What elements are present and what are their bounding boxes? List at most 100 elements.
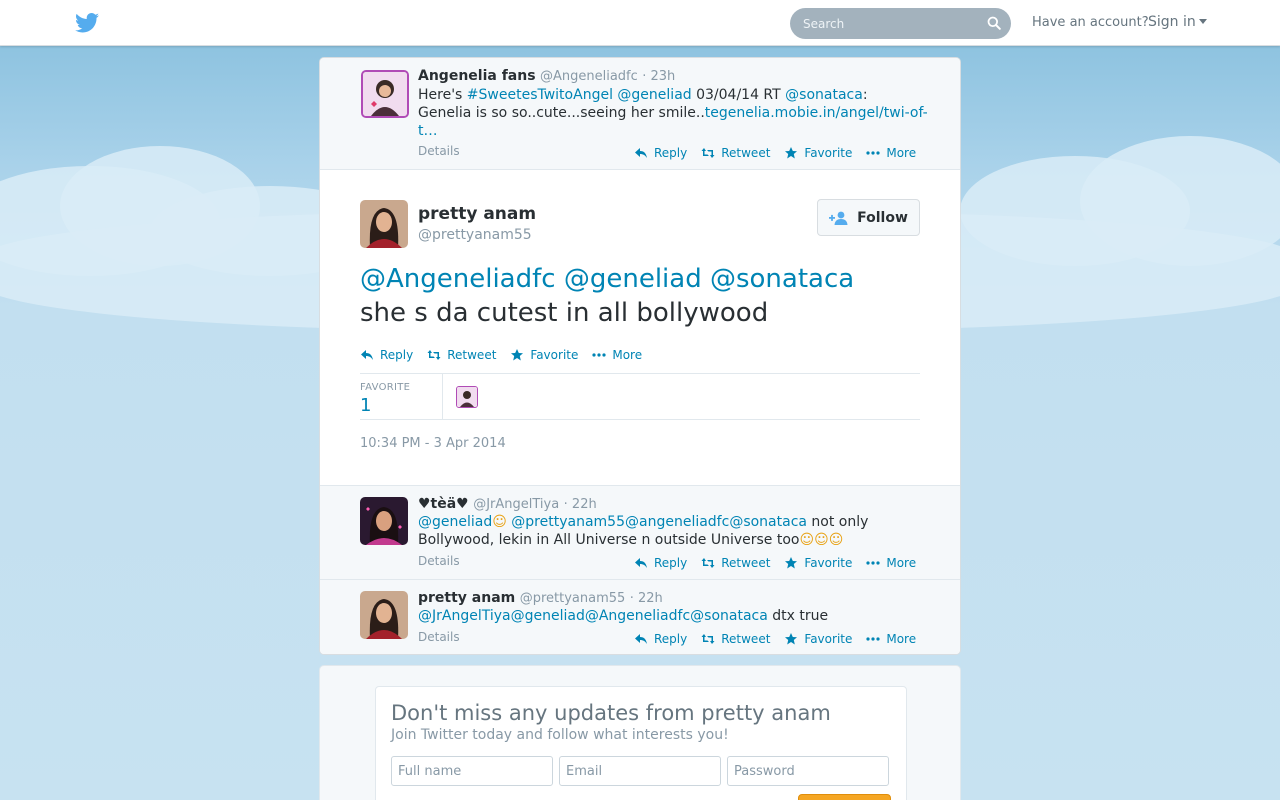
password-field[interactable]: [727, 756, 889, 786]
tweet-permalink-panel: Angenelia fans @Angeneliadfc · 23h Here'…: [319, 57, 961, 655]
details-link[interactable]: Details: [418, 630, 460, 644]
more-dots-icon: [592, 353, 606, 357]
full-name-field[interactable]: [391, 756, 553, 786]
reply-icon: [361, 350, 373, 360]
add-user-icon: [829, 211, 848, 225]
author-handle[interactable]: @JrAngelTiya: [473, 497, 559, 512]
mention-link[interactable]: @geneliad: [418, 514, 492, 530]
details-link[interactable]: Details: [418, 144, 460, 158]
favorite-button[interactable]: Favorite: [784, 146, 852, 160]
sign-in-link[interactable]: Sign in: [1148, 14, 1207, 30]
avatar[interactable]: [360, 497, 408, 545]
reply-button[interactable]: Reply: [634, 632, 687, 646]
avatar-image-icon: [457, 387, 477, 407]
author-name[interactable]: pretty anam: [418, 590, 515, 606]
tweet-timestamp[interactable]: 10:34 PM - 3 Apr 2014: [360, 436, 506, 451]
more-dots-icon: [866, 637, 880, 641]
favorite-button[interactable]: Favorite: [784, 632, 852, 646]
retweet-button[interactable]: Retweet: [701, 146, 770, 160]
more-dots-icon: [866, 561, 880, 565]
signup-module: Don't miss any updates from pretty anam …: [319, 665, 961, 800]
retweet-button[interactable]: Retweet: [701, 556, 770, 570]
mention-link[interactable]: @sonataca: [729, 514, 807, 530]
top-navigation: Have an account? Sign in: [0, 0, 1280, 46]
author-handle[interactable]: @prettyanam55: [520, 591, 626, 606]
retweet-label: Retweet: [447, 348, 497, 362]
avatar[interactable]: [361, 70, 409, 118]
retweet-label: Retweet: [721, 556, 771, 570]
reply-label: Reply: [654, 146, 688, 160]
author-name[interactable]: Angenelia fans: [418, 68, 536, 84]
twitter-bird-icon[interactable]: [75, 13, 99, 33]
stats-divider: [442, 374, 443, 419]
mention-link[interactable]: @Angeneliadfc: [360, 264, 556, 294]
mention-link[interactable]: @geneliad: [511, 608, 585, 624]
favorite-count-label: FAVORITE: [360, 382, 411, 393]
favorite-button[interactable]: Favorite: [784, 556, 852, 570]
more-button[interactable]: More: [866, 556, 916, 570]
reply-icon: [635, 558, 647, 568]
text-segment: dtx true: [767, 608, 829, 624]
author-name[interactable]: ♥tèä♥: [418, 496, 469, 512]
reply-button[interactable]: Reply: [634, 146, 687, 160]
favoriter-avatar[interactable]: [456, 386, 478, 408]
more-label: More: [612, 348, 643, 362]
hashtag-link[interactable]: #SweetesTwitoAngel: [467, 87, 613, 103]
star-icon: [785, 557, 798, 569]
tweet-header: Angenelia fans @Angeneliadfc · 23h: [418, 68, 675, 84]
more-button[interactable]: More: [866, 632, 916, 646]
more-button[interactable]: More: [592, 348, 642, 362]
author-handle[interactable]: @Angeneliadfc: [540, 69, 638, 84]
avatar[interactable]: [360, 591, 408, 639]
retweet-button[interactable]: Retweet: [701, 632, 770, 646]
mention-link[interactable]: @Angeneliadfc: [585, 608, 690, 624]
avatar[interactable]: [360, 200, 408, 248]
url-ellipsis[interactable]: …: [424, 123, 438, 139]
email-field[interactable]: [559, 756, 721, 786]
details-link[interactable]: Details: [418, 554, 460, 568]
reply-label: Reply: [654, 632, 688, 646]
more-label: More: [886, 556, 917, 570]
reply-label: Reply: [380, 348, 414, 362]
avatar-image-icon: [360, 200, 408, 248]
mention-link[interactable]: @geneliad: [617, 87, 691, 103]
retweet-button[interactable]: Retweet: [427, 348, 496, 362]
mention-link[interactable]: @angeneliadfc: [625, 514, 729, 530]
text-segment: Genelia is so so..cute...seeing her smil…: [418, 105, 705, 121]
mention-link[interactable]: @sonataca: [785, 87, 863, 103]
more-label: More: [886, 632, 917, 646]
signup-form: Don't miss any updates from pretty anam …: [375, 686, 907, 800]
mention-link[interactable]: @JrAngelTiya: [418, 608, 511, 624]
retweet-label: Retweet: [721, 632, 771, 646]
mention-link[interactable]: @sonataca: [710, 264, 854, 294]
text-segment: 03/04/14 RT: [691, 87, 786, 103]
signup-button[interactable]: [798, 794, 891, 800]
text-segment: Bollywood, lekin in All Universe n outsi…: [418, 532, 800, 548]
author-handle[interactable]: @prettyanam55: [418, 227, 532, 243]
tweet-text: @geneliad☺ @prettyanam55@angeneliadfc@so…: [418, 513, 928, 549]
star-icon: [785, 147, 798, 159]
favorite-button[interactable]: Favorite: [510, 348, 578, 362]
mention-link[interactable]: @prettyanam55: [511, 514, 625, 530]
reply-icon: [635, 634, 647, 644]
tweet-time[interactable]: · 22h: [564, 497, 597, 512]
caret-down-icon: [1198, 19, 1207, 24]
tweet-time[interactable]: · 23h: [642, 69, 675, 84]
text-segment: not only: [806, 514, 869, 530]
text-segment: Here's: [418, 87, 467, 103]
author-name[interactable]: pretty anam: [418, 204, 536, 224]
reply-button[interactable]: Reply: [634, 556, 687, 570]
search-icon[interactable]: [987, 16, 1001, 30]
reply-tweet[interactable]: ♥tèä♥ @JrAngelTiya · 22h @geneliad☺ @pre…: [320, 486, 960, 580]
mention-link[interactable]: @geneliad: [564, 264, 702, 294]
reply-button[interactable]: Reply: [360, 348, 413, 362]
parent-tweet[interactable]: Angenelia fans @Angeneliadfc · 23h Here'…: [320, 58, 960, 170]
tweet-time[interactable]: · 22h: [630, 591, 663, 606]
favorite-count[interactable]: 1: [360, 395, 371, 416]
reply-tweet[interactable]: pretty anam @prettyanam55 · 22h @JrAngel…: [320, 580, 960, 654]
search-input[interactable]: [790, 8, 1011, 39]
follow-button[interactable]: Follow: [817, 199, 920, 236]
main-tweet: pretty anam @prettyanam55 Follow @Angene…: [320, 170, 960, 486]
more-button[interactable]: More: [866, 146, 916, 160]
mention-link[interactable]: @sonataca: [690, 608, 768, 624]
